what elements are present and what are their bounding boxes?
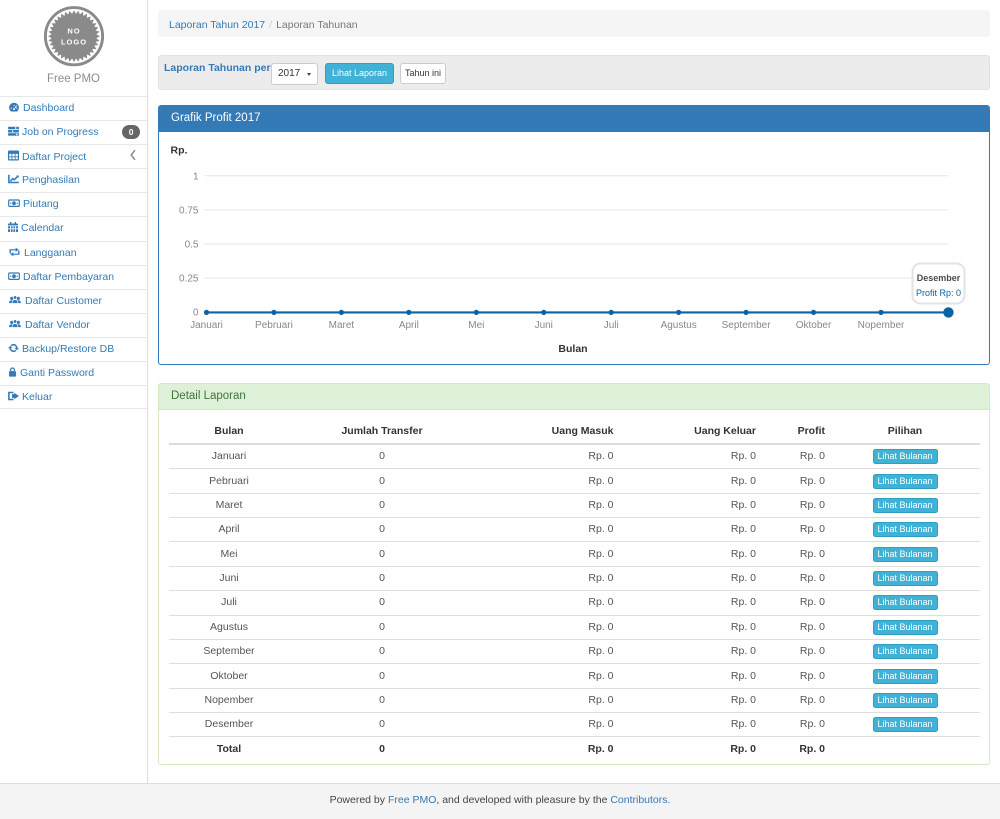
svg-text:1: 1 <box>193 171 199 182</box>
svg-text:Mei: Mei <box>468 320 484 331</box>
svg-text:0: 0 <box>193 308 199 319</box>
svg-text:NO: NO <box>67 27 80 36</box>
svg-text:Rp.: Rp. <box>171 145 188 157</box>
svg-text:Januari: Januari <box>190 320 223 331</box>
svg-text:Juni: Juni <box>535 320 553 331</box>
svg-text:Maret: Maret <box>329 320 355 331</box>
svg-text:Desember: Desember <box>917 273 961 283</box>
svg-text:0.5: 0.5 <box>185 240 199 251</box>
svg-text:April: April <box>399 320 419 331</box>
svg-text:Agustus: Agustus <box>661 320 697 331</box>
svg-text:Juli: Juli <box>604 320 619 331</box>
svg-text:Nopember: Nopember <box>858 320 905 331</box>
svg-text:0.75: 0.75 <box>179 205 199 216</box>
svg-text:Profit Rp: 0: Profit Rp: 0 <box>916 288 961 298</box>
svg-text:Oktober: Oktober <box>796 320 832 331</box>
svg-text:LOGO: LOGO <box>61 38 87 47</box>
svg-text:September: September <box>722 320 772 331</box>
svg-text:Pebruari: Pebruari <box>255 320 293 331</box>
svg-text:0.25: 0.25 <box>179 274 199 285</box>
svg-text:Bulan: Bulan <box>558 343 587 355</box>
